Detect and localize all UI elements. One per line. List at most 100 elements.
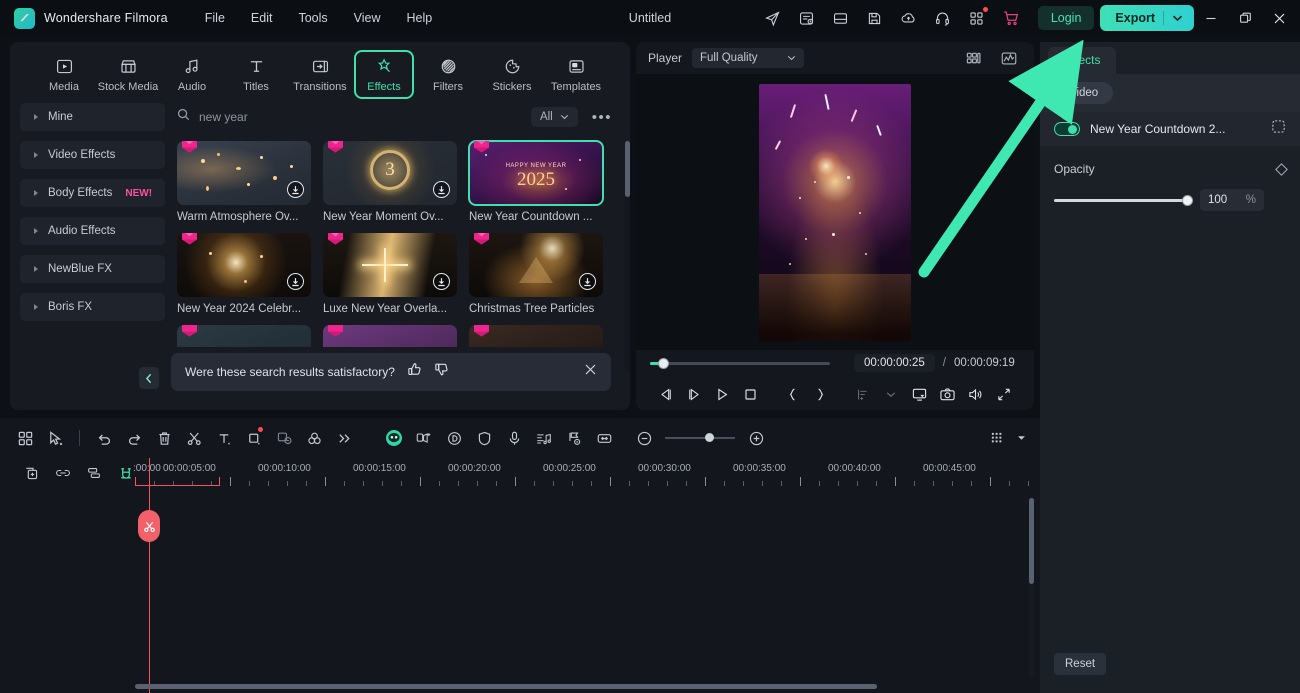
effect-card-selected[interactable]: HAPPY NEW YEAR 2025 New Year Countdown .… (468, 140, 604, 223)
delete-icon[interactable] (149, 424, 179, 452)
effect-card[interactable]: Luxe New Year Overla... (323, 233, 457, 315)
restore-button[interactable] (1228, 0, 1262, 36)
color-match-icon[interactable] (269, 424, 299, 452)
category-mine[interactable]: Mine (20, 103, 165, 131)
reset-button[interactable]: Reset (1054, 653, 1107, 675)
nav-tab-media[interactable]: Media (34, 50, 94, 99)
nav-tab-effects[interactable]: Effects (354, 50, 414, 99)
snapshot-button[interactable] (934, 381, 962, 407)
color-wheel-icon[interactable] (299, 424, 329, 452)
timeline-ruler[interactable]: :00:00 00:00:05:00 00:00:10:00 00:00:15:… (0, 458, 1040, 488)
cart-icon[interactable] (996, 3, 1026, 33)
nav-tab-audio[interactable]: Audio (162, 50, 222, 99)
mask-icon[interactable] (1271, 119, 1286, 139)
audio-mixer-icon[interactable] (529, 424, 559, 452)
nav-tab-stock-media[interactable]: Stock Media (98, 50, 158, 99)
menu-file[interactable]: File (192, 7, 238, 29)
layout-grid-icon[interactable] (960, 46, 986, 70)
category-body-effects[interactable]: Body Effects NEW! (20, 179, 165, 207)
download-icon[interactable] (287, 181, 304, 198)
chevron-down-icon[interactable] (1172, 11, 1183, 25)
search-input[interactable]: new year (177, 108, 523, 126)
login-button[interactable]: Login (1037, 6, 1095, 30)
effect-card[interactable]: Warm Atmosphere Ov... (177, 141, 311, 223)
zoom-slider[interactable] (665, 433, 735, 442)
close-button[interactable] (1262, 0, 1296, 36)
next-frame-button[interactable] (680, 381, 708, 407)
track-view-options-icon[interactable] (982, 424, 1012, 452)
zoom-in-icon[interactable] (741, 424, 771, 452)
ai-media-icon[interactable] (409, 424, 439, 452)
filter-dropdown[interactable]: All (530, 107, 578, 127)
scrollbar-thumb[interactable] (625, 141, 630, 197)
tab-effects[interactable]: Effects (1048, 47, 1117, 74)
text-icon[interactable] (209, 424, 239, 452)
apps-grid-icon[interactable] (962, 3, 992, 33)
menu-tools[interactable]: Tools (285, 7, 340, 29)
export-frame-button[interactable] (849, 381, 877, 407)
split-scissors-icon[interactable] (179, 424, 209, 452)
prev-frame-button[interactable] (652, 381, 680, 407)
nav-tab-titles[interactable]: Titles (226, 50, 286, 99)
effect-card[interactable]: New Year 2024 Celebr... (177, 233, 311, 315)
effect-card[interactable] (469, 325, 603, 347)
redo-icon[interactable] (119, 424, 149, 452)
preview-video[interactable] (759, 83, 911, 341)
download-icon[interactable] (433, 181, 450, 198)
fit-timeline-icon[interactable] (589, 424, 619, 452)
category-newblue-fx[interactable]: NewBlue FX (20, 255, 165, 283)
playhead-handle[interactable] (138, 510, 160, 542)
thumbs-up-icon[interactable] (407, 362, 422, 382)
screen-cast-button[interactable] (905, 381, 933, 407)
opacity-slider[interactable] (1054, 194, 1193, 206)
quality-dropdown[interactable]: Full Quality (692, 48, 805, 68)
menu-view[interactable]: View (341, 7, 394, 29)
marker-icon[interactable] (559, 424, 589, 452)
mic-icon[interactable] (499, 424, 529, 452)
effect-card[interactable]: 3 New Year Moment Ov... (323, 141, 457, 223)
results-scrollbar[interactable] (625, 141, 630, 371)
close-icon[interactable] (584, 363, 597, 381)
audio-detach-icon[interactable] (439, 424, 469, 452)
nav-tab-templates[interactable]: Templates (546, 50, 606, 99)
playhead-line[interactable] (149, 458, 150, 693)
menu-edit[interactable]: Edit (238, 7, 286, 29)
collapse-sidebar-button[interactable] (139, 367, 159, 389)
play-button[interactable] (708, 381, 736, 407)
download-icon[interactable] (579, 273, 596, 290)
chevron-down-icon[interactable] (1012, 424, 1030, 452)
ai-avatar-icon[interactable] (379, 424, 409, 452)
layout-grid-icon[interactable] (10, 424, 40, 452)
shield-icon[interactable] (469, 424, 499, 452)
nav-tab-transitions[interactable]: Transitions (290, 50, 350, 99)
download-icon[interactable] (287, 273, 304, 290)
export-button[interactable]: Export (1100, 5, 1194, 31)
save-icon[interactable] (860, 3, 890, 33)
category-boris-fx[interactable]: Boris FX (20, 293, 165, 321)
effect-card[interactable] (323, 325, 457, 347)
opacity-knob[interactable] (1182, 194, 1193, 206)
download-icon[interactable] (433, 273, 450, 290)
nav-tab-filters[interactable]: Filters (418, 50, 478, 99)
nav-tab-stickers[interactable]: Stickers (482, 50, 542, 99)
mark-in-button[interactable] (779, 381, 807, 407)
menu-help[interactable]: Help (394, 7, 446, 29)
preview-progress-slider[interactable] (650, 357, 830, 369)
category-video-effects[interactable]: Video Effects (20, 141, 165, 169)
fullscreen-button[interactable] (990, 381, 1018, 407)
send-icon[interactable] (758, 3, 788, 33)
project-notes-icon[interactable] (792, 3, 822, 33)
cloud-upload-icon[interactable] (894, 3, 924, 33)
scrollbar-thumb[interactable] (1029, 498, 1034, 584)
current-time[interactable]: 00:00:00:25 (854, 354, 935, 372)
minimize-button[interactable] (1194, 0, 1228, 36)
timeline-hscrollbar[interactable] (135, 684, 877, 689)
more-options-button[interactable]: ••• (586, 109, 618, 126)
crop-icon[interactable] (239, 424, 269, 452)
waveform-monitor-icon[interactable] (996, 46, 1022, 70)
stop-button[interactable] (737, 381, 765, 407)
volume-button[interactable] (962, 381, 990, 407)
progress-knob[interactable] (658, 357, 669, 369)
zoom-knob[interactable] (705, 433, 714, 442)
split-view-icon[interactable] (826, 3, 856, 33)
